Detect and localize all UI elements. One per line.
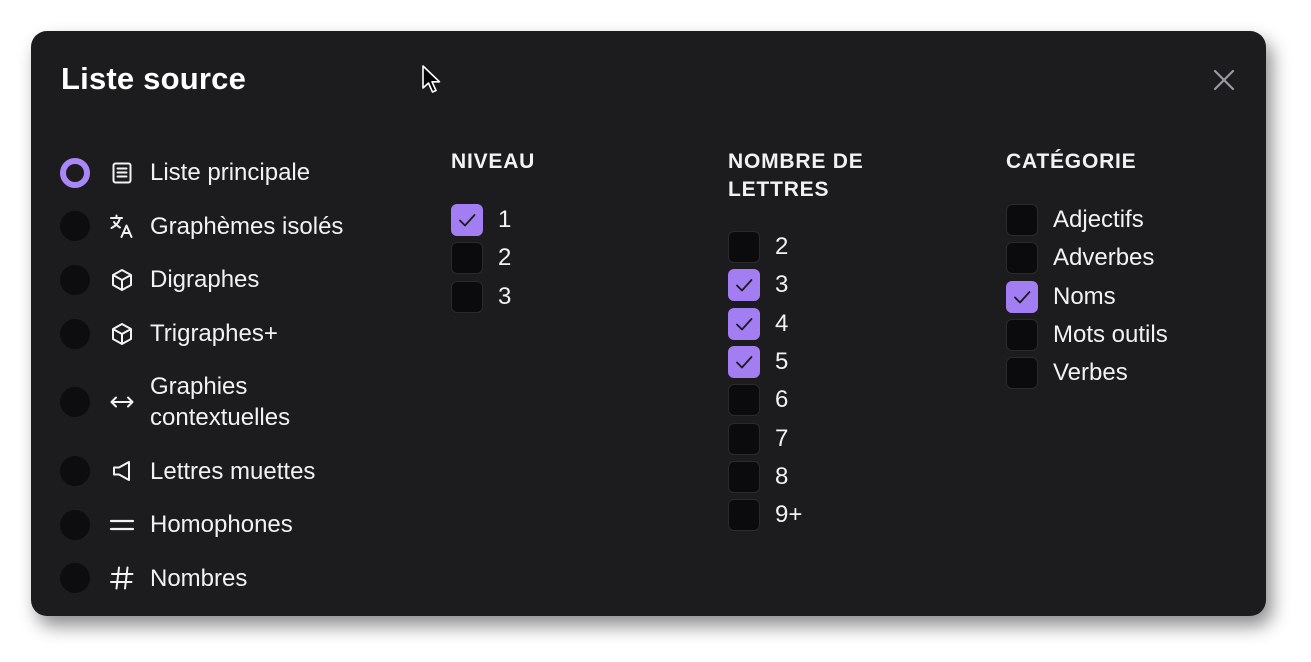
checkmark-icon — [736, 356, 753, 369]
radio-unselected[interactable] — [60, 509, 90, 540]
checkmark-icon — [459, 214, 476, 227]
checkbox-label: 2 — [775, 233, 789, 261]
checkmark-icon — [1014, 290, 1031, 304]
source-list-dialog: Liste source Liste principale Graphèmes … — [31, 31, 1266, 616]
source-label: Trigraphes+ — [150, 320, 278, 348]
radio-unselected[interactable] — [60, 387, 90, 418]
cube-icon — [109, 321, 135, 347]
source-option-nombres[interactable]: Nombres — [60, 552, 390, 606]
checkbox-label: Noms — [1053, 282, 1116, 310]
left-right-arrow-icon — [109, 389, 135, 415]
close-button[interactable] — [1211, 67, 1237, 93]
categorie-option-verbes[interactable]: Verbes — [1006, 350, 1168, 396]
translate-icon — [109, 213, 135, 239]
checkbox-label: 1 — [498, 206, 512, 234]
source-option-liste-principale[interactable]: Liste principale — [60, 146, 390, 200]
source-label: Graphies contextuelles — [150, 373, 291, 432]
categorie-heading: CATÉGORIE — [1006, 150, 1137, 173]
source-label: Homophones — [150, 511, 293, 539]
checkbox-checked[interactable] — [1006, 280, 1038, 313]
lettres-heading: NOMBRE DE LETTRES — [728, 148, 864, 204]
checkbox-checked[interactable] — [728, 346, 760, 379]
checkbox-unchecked[interactable] — [728, 460, 760, 493]
radio-unselected[interactable] — [60, 456, 90, 487]
hash-icon — [109, 565, 135, 591]
lettres-heading-line2: LETTRES — [728, 178, 830, 201]
dialog-title: Liste source — [61, 61, 247, 96]
categorie-section: CATÉGORIE Adjectifs Adverbes Noms Mots o… — [1006, 148, 1168, 396]
checkbox-label: Mots outils — [1053, 321, 1168, 349]
equals-icon — [109, 512, 135, 538]
checkbox-unchecked[interactable] — [1006, 319, 1038, 352]
checkbox-label: 7 — [775, 424, 789, 452]
checkbox-checked[interactable] — [728, 269, 760, 302]
lettres-heading-line1: NOMBRE DE — [728, 150, 864, 173]
checkmark-icon — [736, 279, 753, 292]
checkbox-unchecked[interactable] — [728, 422, 760, 455]
lettres-section: NOMBRE DE LETTRES 2 3 4 5 6 7 8 9+ — [728, 148, 864, 538]
niveau-heading: NIVEAU — [451, 150, 536, 173]
checkbox-unchecked[interactable] — [728, 384, 760, 417]
lettres-option-9plus[interactable]: 9+ — [728, 492, 864, 538]
source-option-digraphes[interactable]: Digraphes — [60, 253, 390, 307]
source-option-lettres-muettes[interactable]: Lettres muettes — [60, 444, 390, 498]
checkbox-label: Adjectifs — [1053, 206, 1144, 234]
checkbox-label: Adverbes — [1053, 244, 1155, 272]
source-label: Lettres muettes — [150, 457, 316, 485]
radio-unselected[interactable] — [60, 318, 90, 349]
checkbox-checked[interactable] — [728, 307, 760, 340]
source-radio-group: Liste principale Graphèmes isolés Digrap… — [60, 146, 390, 605]
source-label: Digraphes — [150, 266, 260, 294]
checkbox-label: 4 — [775, 309, 789, 337]
checkbox-label: 6 — [775, 386, 789, 414]
cube-icon — [109, 267, 135, 293]
source-option-graphies-contextuelles[interactable]: Graphies contextuelles — [60, 360, 390, 444]
radio-unselected[interactable] — [60, 211, 90, 242]
checkbox-unchecked[interactable] — [451, 242, 483, 275]
checkbox-unchecked[interactable] — [1006, 357, 1038, 390]
checkbox-unchecked[interactable] — [1006, 242, 1038, 275]
checkbox-label: 3 — [775, 271, 789, 299]
checkbox-unchecked[interactable] — [728, 231, 760, 264]
mouse-cursor-icon — [422, 65, 441, 93]
source-option-graphemes-isoles[interactable]: Graphèmes isolés — [60, 200, 390, 254]
checkbox-label: 9+ — [775, 501, 803, 529]
checkbox-checked[interactable] — [451, 204, 483, 237]
radio-unselected[interactable] — [60, 264, 90, 295]
source-label: Graphèmes isolés — [150, 212, 344, 240]
source-label: Nombres — [150, 564, 248, 592]
radio-selected[interactable] — [60, 157, 90, 188]
speaker-icon — [109, 458, 135, 484]
source-option-homophones[interactable]: Homophones — [60, 498, 390, 552]
close-icon — [1213, 69, 1235, 91]
checkbox-unchecked[interactable] — [451, 280, 483, 313]
checkbox-label: 5 — [775, 348, 789, 376]
source-label: Liste principale — [150, 159, 311, 187]
source-option-trigraphes[interactable]: Trigraphes+ — [60, 307, 390, 361]
checkmark-icon — [736, 317, 753, 331]
niveau-section: NIVEAU 1 2 3 — [451, 148, 535, 320]
checkbox-unchecked[interactable] — [1006, 204, 1038, 237]
checkbox-label: 8 — [775, 462, 789, 490]
checkbox-unchecked[interactable] — [728, 499, 760, 532]
checkbox-label: Verbes — [1053, 359, 1128, 387]
niveau-option-3[interactable]: 3 — [451, 274, 535, 320]
checkbox-label: 2 — [498, 244, 512, 272]
radio-unselected[interactable] — [60, 563, 90, 594]
list-document-icon — [109, 160, 135, 186]
checkbox-label: 3 — [498, 282, 512, 310]
